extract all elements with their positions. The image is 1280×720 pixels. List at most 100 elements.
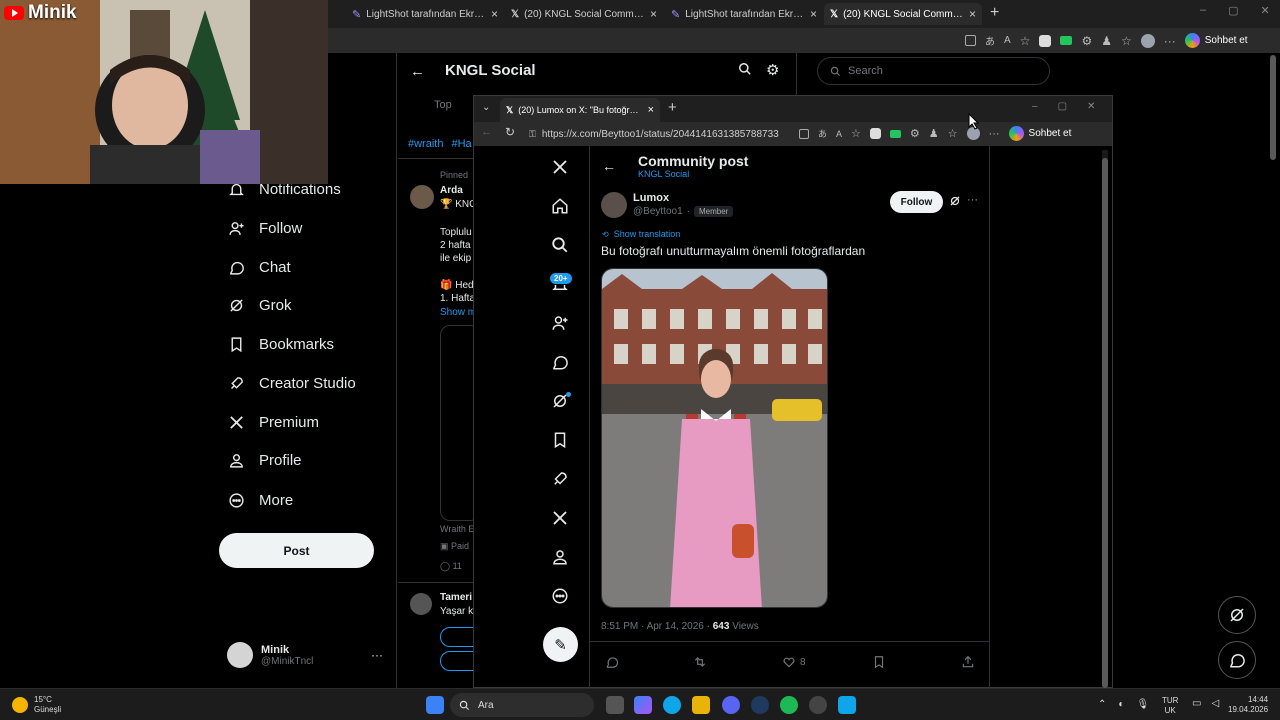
popup-tab-active[interactable]: 𝕏 (20) Lumox on X: "Bu fotoğrafı unu × — [500, 98, 660, 122]
more-menu-icon[interactable]: ··· — [989, 128, 1000, 140]
tab-list-chevron-icon[interactable]: ⌄ — [482, 102, 490, 113]
scrollbar[interactable] — [1102, 150, 1108, 688]
premium-x-icon[interactable] — [551, 509, 573, 531]
windows-start-icon[interactable] — [426, 696, 444, 714]
scrollbar-thumb[interactable] — [1102, 158, 1108, 688]
post-photo[interactable] — [601, 268, 828, 608]
explore-search-icon[interactable] — [551, 236, 573, 258]
hashtag[interactable]: #wraith — [408, 138, 443, 150]
grok-floating-button[interactable] — [1218, 596, 1256, 634]
close-tab-icon[interactable]: × — [810, 7, 817, 21]
follow-button[interactable]: Follow — [890, 191, 943, 213]
taskbar-search[interactable]: Ara — [450, 693, 594, 717]
nav-creator-studio[interactable]: Creator Studio — [228, 375, 356, 392]
settings-gear-icon[interactable]: ⚙ — [766, 61, 779, 79]
nav-grok[interactable]: Grok — [228, 297, 292, 314]
x-home-logo-icon[interactable] — [551, 158, 573, 180]
reply-count[interactable]: ◯ 11 — [440, 561, 462, 572]
language-indicator[interactable]: TUR UK — [1162, 696, 1178, 716]
favorite-star-icon[interactable]: ☆ — [851, 127, 861, 140]
rocket-icon[interactable] — [551, 470, 573, 492]
nav-chat[interactable]: Chat — [228, 259, 291, 276]
close-tab-icon[interactable]: × — [969, 7, 976, 21]
chat-icon[interactable] — [551, 353, 573, 375]
favorite-star-icon[interactable]: ☆ — [1020, 34, 1031, 48]
new-tab-button[interactable]: + — [668, 99, 677, 116]
browser-tab-active[interactable]: 𝕏 (20) KNGL Social Community / X × — [824, 3, 982, 25]
tray-overflow-chevron-icon[interactable]: ⌃ — [1098, 699, 1106, 710]
nav-follow[interactable]: Follow — [228, 220, 302, 237]
profile-extension-icon[interactable]: ♟ — [1101, 34, 1112, 48]
extension-battery-icon[interactable] — [889, 129, 901, 138]
translate-icon[interactable]: あ — [818, 127, 827, 140]
edge-browser-icon[interactable] — [663, 696, 681, 714]
extension-shield-icon[interactable] — [1039, 34, 1052, 47]
bookmark-icon[interactable] — [551, 431, 573, 453]
back-arrow-icon[interactable]: ← — [410, 63, 425, 80]
discord-icon[interactable] — [722, 696, 740, 714]
file-explorer-icon[interactable] — [692, 696, 710, 714]
user-avatar-icon[interactable] — [1140, 33, 1155, 48]
site-info-icon[interactable]: ⚿ — [529, 129, 536, 140]
refresh-icon[interactable]: ↻ — [505, 125, 515, 139]
maximize-button[interactable]: ▢ — [1058, 101, 1067, 112]
account-switcher[interactable]: Minik @MinikTncl — [227, 642, 313, 668]
copilot-chat-button[interactable]: Sohbet et — [1008, 126, 1071, 141]
close-tab-icon[interactable]: × — [491, 7, 498, 21]
community-link[interactable]: KNGL Social — [638, 169, 689, 179]
steam-icon[interactable] — [751, 696, 769, 714]
grid-icon[interactable] — [965, 35, 976, 46]
back-arrow-icon[interactable]: ← — [481, 126, 492, 138]
page-scrollbar-thumb[interactable] — [1270, 55, 1276, 160]
search-input[interactable]: Search — [817, 57, 1050, 85]
microphone-icon[interactable]: 🎙 — [1136, 699, 1149, 710]
clock[interactable]: 14:44 19.04.2026 — [1228, 695, 1268, 715]
task-view-icon[interactable] — [606, 696, 624, 714]
chat-floating-button[interactable] — [1218, 641, 1256, 679]
read-aloud-icon[interactable]: A — [1004, 35, 1011, 46]
nav-premium[interactable]: Premium — [228, 414, 319, 431]
follow-add-user-icon[interactable] — [551, 314, 573, 336]
close-window-button[interactable]: ✕ — [1087, 101, 1095, 112]
like-button[interactable]: 8 — [782, 655, 806, 669]
profile-person-icon[interactable] — [551, 548, 573, 570]
minimize-button[interactable]: – — [1200, 4, 1206, 17]
search-icon[interactable] — [738, 62, 752, 76]
show-more-link[interactable]: Show m — [440, 307, 476, 318]
bookmark-button[interactable] — [872, 655, 886, 669]
author-avatar[interactable] — [601, 192, 627, 218]
compose-post-button[interactable]: ✎ — [543, 627, 578, 662]
profile-extension-icon[interactable]: ♟ — [929, 127, 939, 140]
extension-shield-icon[interactable] — [869, 128, 881, 139]
app-icon[interactable] — [838, 696, 856, 714]
avatar[interactable] — [410, 593, 432, 615]
favorites-list-icon[interactable]: ☆ — [1121, 34, 1132, 48]
extension-puzzle-icon[interactable]: ⚙ — [910, 127, 920, 140]
copilot-app-icon[interactable] — [634, 696, 652, 714]
close-tab-icon[interactable]: × — [648, 104, 654, 116]
author-name[interactable]: Arda — [440, 185, 463, 196]
new-tab-button[interactable]: + — [990, 4, 999, 22]
browser-tab[interactable]: ✎ LightShot tarafından Ekran Görüntüsü × — [346, 3, 504, 25]
share-button[interactable] — [961, 655, 975, 669]
more-menu-icon[interactable]: ··· — [1164, 34, 1176, 48]
nav-profile[interactable]: Profile — [228, 452, 302, 469]
address-bar[interactable]: ⚿ https://x.com/Beyttoo1/status/20441416… — [529, 125, 819, 143]
weather-widget[interactable]: 15°C Güneşli — [12, 695, 61, 715]
reply-button[interactable] — [605, 655, 619, 669]
minimize-button[interactable]: – — [1032, 101, 1038, 112]
browser-tab[interactable]: 𝕏 (20) KNGL Social Community / X × — [505, 3, 663, 25]
tray-app-icon[interactable]: ◐ — [1118, 699, 1124, 710]
home-icon[interactable] — [551, 197, 573, 219]
tab-top[interactable]: Top — [434, 99, 452, 111]
nav-more[interactable]: More — [228, 492, 293, 509]
spotify-icon[interactable] — [780, 696, 798, 714]
account-more-icon[interactable]: ··· — [371, 648, 383, 662]
favorites-list-icon[interactable]: ☆ — [948, 127, 958, 140]
back-arrow-icon[interactable]: ← — [602, 158, 616, 174]
volume-icon[interactable]: ◁ — [1211, 698, 1219, 709]
maximize-button[interactable]: ▢ — [1228, 4, 1238, 17]
post-more-icon[interactable]: ··· — [967, 194, 978, 206]
obs-icon[interactable] — [809, 696, 827, 714]
repost-button[interactable] — [693, 655, 707, 669]
